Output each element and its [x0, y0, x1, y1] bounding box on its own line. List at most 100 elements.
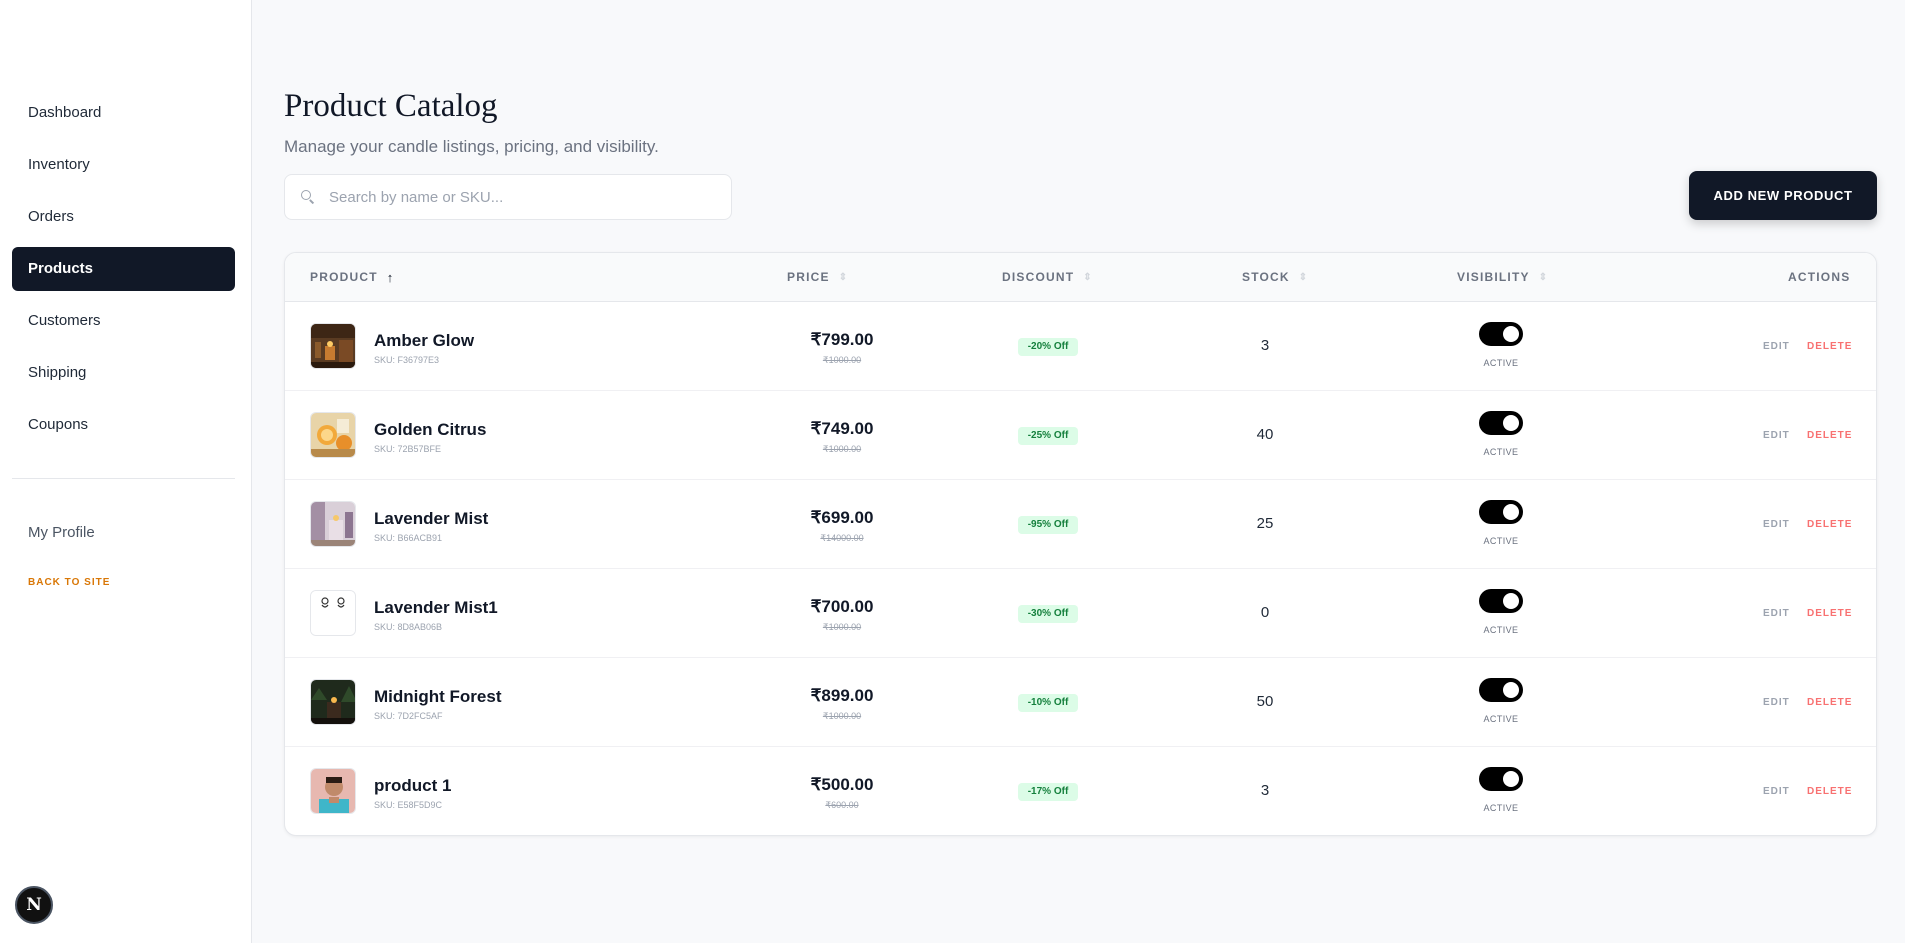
product-stock: 25	[1256, 515, 1274, 532]
product-thumbnail	[310, 323, 356, 369]
delete-button[interactable]: DELETE	[1807, 697, 1852, 708]
product-name: product 1	[374, 776, 452, 795]
product-original-price: ₹1000.00	[822, 444, 862, 454]
column-header-price[interactable]: PRICE ⇕	[787, 253, 848, 302]
next-logo-icon[interactable]: N	[15, 886, 53, 924]
sidebar-nav: Dashboard Inventory Orders Products Cust…	[12, 91, 235, 455]
visibility-status: ACTIVE	[1483, 625, 1519, 635]
visibility-toggle[interactable]	[1479, 767, 1523, 791]
product-original-price: ₹1000.00	[822, 355, 862, 365]
search-box	[284, 174, 732, 220]
sidebar-item-coupons[interactable]: Coupons	[12, 403, 235, 447]
product-sku: SKU: B66ACB91	[374, 533, 443, 543]
product-name: Amber Glow	[374, 331, 475, 350]
edit-button[interactable]: EDIT	[1763, 786, 1790, 797]
column-header-discount[interactable]: DISCOUNT ⇕	[1002, 253, 1093, 302]
product-original-price: ₹1000.00	[822, 622, 862, 632]
edit-button[interactable]: EDIT	[1763, 608, 1790, 619]
product-original-price: ₹14000.00	[820, 533, 864, 543]
product-sku: SKU: 72B57BFE	[374, 444, 442, 454]
delete-button[interactable]: DELETE	[1807, 786, 1852, 797]
discount-badge: -25% Off	[1018, 427, 1078, 445]
delete-button[interactable]: DELETE	[1807, 608, 1852, 619]
toggle-knob	[1503, 504, 1519, 520]
sidebar-item-shipping[interactable]: Shipping	[12, 351, 235, 395]
my-profile-link[interactable]: My Profile	[28, 524, 95, 541]
table-row: Midnight Forest SKU: 7D2FC5AF ₹899.00 ₹1…	[285, 658, 1876, 747]
product-price: ₹699.00	[810, 508, 874, 527]
discount-badge: -20% Off	[1018, 338, 1078, 356]
product-sku: SKU: 7D2FC5AF	[374, 711, 443, 721]
visibility-toggle[interactable]	[1479, 589, 1523, 613]
table-row: Lavender Mist1 SKU: 8D8AB06B ₹700.00 ₹10…	[285, 569, 1876, 658]
product-sku: SKU: 8D8AB06B	[374, 622, 443, 632]
delete-button[interactable]: DELETE	[1807, 430, 1852, 441]
edit-button[interactable]: EDIT	[1763, 519, 1790, 530]
toggle-knob	[1503, 771, 1519, 787]
sort-icon: ⇕	[1083, 272, 1093, 283]
edit-button[interactable]: EDIT	[1763, 697, 1790, 708]
product-stock: 40	[1256, 426, 1274, 443]
discount-badge: -10% Off	[1018, 694, 1078, 712]
edit-button[interactable]: EDIT	[1763, 341, 1790, 352]
visibility-toggle[interactable]	[1479, 500, 1523, 524]
visibility-status: ACTIVE	[1483, 447, 1519, 457]
product-table: PRODUCT ↑ PRICE ⇕ DISCOUNT ⇕ STOCK ⇕ VIS…	[284, 252, 1877, 836]
product-sku: SKU: F36797E3	[374, 355, 440, 365]
table-row: Amber Glow SKU: F36797E3 ₹799.00 ₹1000.0…	[285, 302, 1876, 391]
page-title: Product Catalog	[284, 88, 498, 124]
visibility-toggle[interactable]	[1479, 322, 1523, 346]
product-original-price: ₹600.00	[825, 800, 859, 810]
toggle-knob	[1503, 682, 1519, 698]
product-price: ₹899.00	[810, 686, 874, 705]
product-sku: SKU: E58F5D9C	[374, 800, 443, 810]
product-name: Midnight Forest	[374, 687, 502, 706]
sidebar-item-orders[interactable]: Orders	[12, 195, 235, 239]
delete-button[interactable]: DELETE	[1807, 341, 1852, 352]
visibility-status: ACTIVE	[1483, 803, 1519, 813]
column-header-actions: ACTIONS	[1788, 270, 1851, 284]
toggle-knob	[1503, 326, 1519, 342]
product-price: ₹500.00	[810, 775, 874, 794]
table-row: Lavender Mist SKU: B66ACB91 ₹699.00 ₹140…	[285, 480, 1876, 569]
back-to-site-link[interactable]: BACK TO SITE	[28, 577, 110, 588]
discount-badge: -30% Off	[1018, 605, 1078, 623]
product-stock: 3	[1260, 782, 1270, 799]
edit-button[interactable]: EDIT	[1763, 430, 1790, 441]
sidebar-item-dashboard[interactable]: Dashboard	[12, 91, 235, 135]
visibility-toggle[interactable]	[1479, 678, 1523, 702]
toggle-knob	[1503, 415, 1519, 431]
product-thumbnail	[310, 768, 356, 814]
sort-icon: ⇕	[1298, 272, 1309, 283]
table-row: Golden Citrus SKU: 72B57BFE ₹749.00 ₹100…	[285, 391, 1876, 480]
product-original-price: ₹1000.00	[822, 711, 862, 721]
product-stock: 50	[1256, 693, 1274, 710]
add-new-product-button[interactable]: ADD NEW PRODUCT	[1689, 171, 1877, 220]
sidebar-divider	[12, 478, 235, 479]
sidebar: Dashboard Inventory Orders Products Cust…	[0, 0, 252, 943]
table-row: product 1 SKU: E58F5D9C ₹500.00 ₹600.00 …	[285, 747, 1876, 835]
sidebar-item-products[interactable]: Products	[12, 247, 235, 291]
product-thumbnail	[310, 412, 356, 458]
product-thumbnail	[310, 679, 356, 725]
column-header-visibility[interactable]: VISIBILITY ⇕	[1457, 253, 1548, 302]
visibility-toggle[interactable]	[1479, 411, 1523, 435]
visibility-status: ACTIVE	[1483, 358, 1519, 368]
sidebar-item-customers[interactable]: Customers	[12, 299, 235, 343]
product-thumbnail	[310, 590, 356, 636]
visibility-status: ACTIVE	[1483, 536, 1519, 546]
toggle-knob	[1503, 593, 1519, 609]
product-stock: 3	[1260, 337, 1270, 354]
product-price: ₹749.00	[810, 419, 874, 438]
delete-button[interactable]: DELETE	[1807, 519, 1852, 530]
column-header-stock[interactable]: STOCK ⇕	[1242, 253, 1308, 302]
column-header-product[interactable]: PRODUCT ↑	[310, 253, 394, 302]
visibility-status: ACTIVE	[1483, 714, 1519, 724]
search-icon	[301, 190, 315, 204]
product-name: Golden Citrus	[374, 420, 487, 439]
discount-badge: -17% Off	[1018, 783, 1078, 801]
sort-icon: ⇕	[838, 272, 849, 283]
table-header: PRODUCT ↑ PRICE ⇕ DISCOUNT ⇕ STOCK ⇕ VIS…	[285, 253, 1876, 302]
sidebar-item-inventory[interactable]: Inventory	[12, 143, 235, 187]
search-input[interactable]	[329, 188, 709, 206]
